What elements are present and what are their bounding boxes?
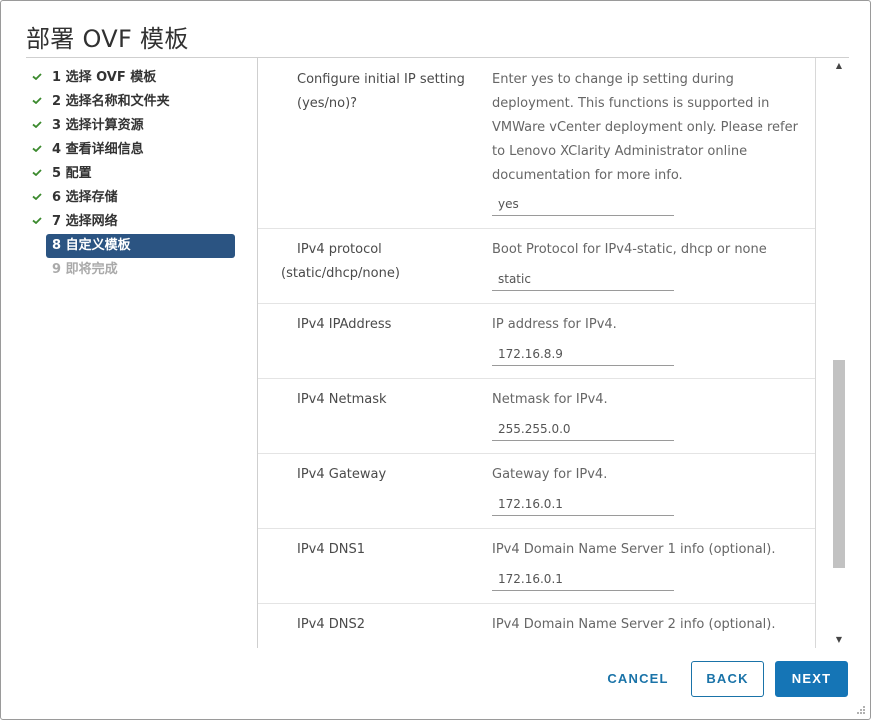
next-button[interactable]: NEXT [775, 661, 848, 697]
property-row-ipv4-protocol: IPv4 protocol (static/dhcp/none) Boot Pr… [258, 228, 815, 304]
properties-panel: Configure initial IP setting (yes/no)? E… [258, 58, 815, 648]
step-select-storage[interactable]: 6 选择存储 [24, 186, 241, 210]
checkmark-icon [32, 73, 42, 80]
step-review-details[interactable]: 4 查看详细信息 [24, 138, 241, 162]
property-row-ipv4-netmask: IPv4 Netmask Netmask for IPv4. [258, 378, 815, 454]
step-label: 6 选择存储 [52, 190, 118, 205]
back-button[interactable]: BACK [691, 661, 764, 697]
deploy-ovf-dialog: 部署 OVF 模板 1 选择 OVF 模板 2 选择名称和文件夹 3 选择计算资… [0, 0, 871, 720]
property-row-configure-ip: Configure initial IP setting (yes/no)? E… [258, 58, 815, 229]
checkmark-icon [32, 193, 42, 200]
checkmark-icon [32, 121, 42, 128]
panel-border [815, 58, 816, 648]
property-description: IP address for IPv4. [492, 317, 617, 332]
property-label: IPv4 DNS2 [297, 617, 366, 632]
step-select-compute[interactable]: 3 选择计算资源 [24, 114, 241, 138]
arrow-down-icon[interactable]: ▼ [831, 632, 847, 648]
property-label: IPv4 IPAddress [297, 317, 392, 332]
step-label: 1 选择 OVF 模板 [52, 70, 157, 85]
wizard-steps: 1 选择 OVF 模板 2 选择名称和文件夹 3 选择计算资源 4 查看详细信息… [26, 66, 241, 282]
configure-ip-input[interactable] [492, 192, 674, 216]
property-label: IPv4 protocol (static/dhcp/none) [281, 242, 400, 281]
property-description: Gateway for IPv4. [492, 467, 608, 482]
cancel-button[interactable]: CANCEL [597, 661, 679, 697]
property-row-ipv4-ipaddress: IPv4 IPAddress IP address for IPv4. [258, 303, 815, 379]
step-customize-template[interactable]: 8 自定义模板 [46, 234, 235, 258]
ipv4-dns1-input[interactable] [492, 567, 674, 591]
step-configuration[interactable]: 5 配置 [24, 162, 241, 186]
property-row-ipv4-gateway: IPv4 Gateway Gateway for IPv4. [258, 453, 815, 529]
property-description: IPv4 Domain Name Server 2 info (optional… [492, 617, 776, 632]
property-label: IPv4 Gateway [297, 467, 387, 482]
property-description: IPv4 Domain Name Server 1 info (optional… [492, 542, 776, 557]
checkmark-icon [32, 145, 42, 152]
step-label: 9 即将完成 [52, 262, 118, 277]
property-row-ipv4-dns2: IPv4 DNS2 IPv4 Domain Name Server 2 info… [258, 603, 815, 648]
checkmark-icon [32, 97, 42, 104]
property-label: IPv4 DNS1 [297, 542, 366, 557]
step-label: 3 选择计算资源 [52, 118, 144, 133]
step-label: 8 自定义模板 [52, 238, 131, 253]
arrow-up-icon[interactable]: ▲ [831, 58, 847, 74]
ipv4-protocol-input[interactable] [492, 267, 674, 291]
step-label: 2 选择名称和文件夹 [52, 94, 170, 109]
properties-scrollbar[interactable]: ▲ ▼ [831, 58, 847, 648]
checkmark-icon [32, 217, 42, 224]
property-description: Netmask for IPv4. [492, 392, 608, 407]
step-select-ovf[interactable]: 1 选择 OVF 模板 [24, 66, 241, 90]
step-label: 5 配置 [52, 166, 92, 181]
resize-grip-icon[interactable] [856, 705, 866, 715]
ipv4-netmask-input[interactable] [492, 417, 674, 441]
property-description: Enter yes to change ip setting during de… [492, 72, 798, 183]
property-label: Configure initial IP setting (yes/no)? [297, 72, 465, 111]
step-select-name-folder[interactable]: 2 选择名称和文件夹 [24, 90, 241, 114]
step-select-network[interactable]: 7 选择网络 [24, 210, 241, 234]
scroll-thumb[interactable] [833, 360, 845, 568]
step-ready-to-complete: 9 即将完成 [46, 258, 241, 282]
ipv4-ipaddress-input[interactable] [492, 342, 674, 366]
step-label: 7 选择网络 [52, 214, 118, 229]
step-label: 4 查看详细信息 [52, 142, 144, 157]
dialog-title: 部署 OVF 模板 [26, 25, 189, 53]
property-label: IPv4 Netmask [297, 392, 387, 407]
property-description: Boot Protocol for IPv4-static, dhcp or n… [492, 242, 767, 257]
ipv4-gateway-input[interactable] [492, 492, 674, 516]
checkmark-icon [32, 169, 42, 176]
property-row-ipv4-dns1: IPv4 DNS1 IPv4 Domain Name Server 1 info… [258, 528, 815, 604]
